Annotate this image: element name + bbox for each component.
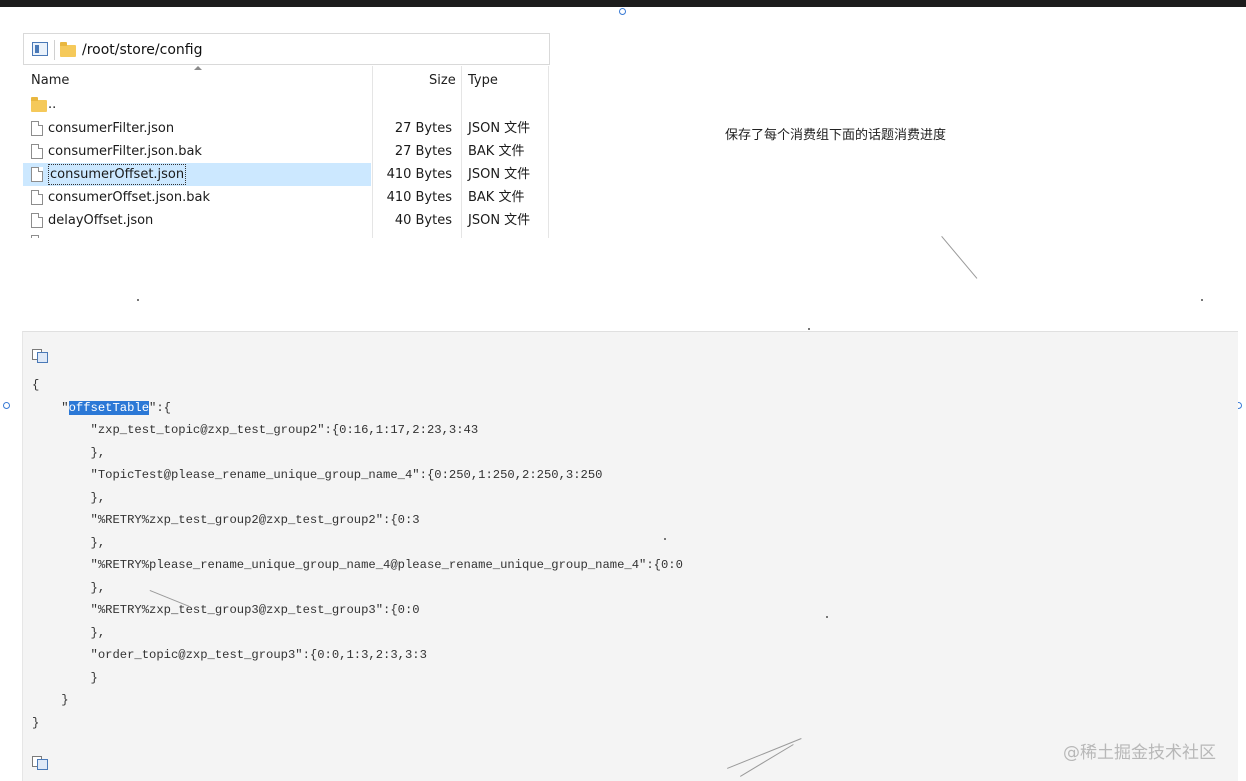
pen-stroke [941, 236, 978, 279]
file-row-parent[interactable]: .. [23, 93, 550, 116]
speck [137, 299, 139, 301]
sort-caret-icon [194, 66, 202, 70]
address-separator [54, 40, 55, 60]
file-type: BAK 文件 [468, 190, 525, 205]
column-header-type[interactable]: Type [468, 66, 498, 96]
column-header-name[interactable]: Name [31, 66, 69, 96]
file-type: JSON 文件 [468, 121, 531, 136]
code-line: "TopicTest@please_rename_unique_group_na… [32, 468, 603, 482]
file-icon [31, 144, 43, 159]
file-explorer: /root/store/config Name Size Type .. con… [23, 33, 551, 238]
file-icon [31, 235, 43, 238]
code-content: { "offsetTable":{ "zxp_test_topic@zxp_te… [32, 374, 683, 734]
file-row[interactable]: delayOffset.json 40 Bytes JSON 文件 [23, 209, 550, 232]
resize-handle-top[interactable] [619, 8, 626, 15]
file-icon [31, 190, 43, 205]
code-line: "%RETRY%zxp_test_group2@zxp_test_group2"… [32, 513, 420, 527]
code-line: "%RETRY%please_rename_unique_group_name_… [32, 558, 683, 572]
file-icon [31, 213, 43, 228]
file-row[interactable]: consumerOffset.json.bak 410 Bytes BAK 文件 [23, 186, 550, 209]
code-line: }, [32, 625, 106, 640]
file-type: JSON 文件 [468, 167, 531, 182]
file-size: 410 Bytes [386, 190, 452, 205]
annotation-text: 保存了每个消费组下面的话题消费进度 [725, 128, 947, 143]
folder-icon [60, 42, 76, 57]
file-size: 40 Bytes [394, 213, 452, 228]
code-line: }, [32, 580, 106, 595]
code-line-highlighted: "offsetTable":{ [32, 400, 171, 415]
file-row[interactable]: consumerFilter.json.bak 27 Bytes BAK 文件 [23, 140, 550, 163]
address-bar[interactable]: /root/store/config [23, 33, 550, 65]
file-size: 410 Bytes [386, 167, 452, 182]
file-name: .. [48, 97, 57, 112]
copy-page-front [37, 352, 48, 363]
address-path[interactable]: /root/store/config [82, 42, 202, 58]
code-line: } [32, 670, 98, 685]
view-pane-icon[interactable] [32, 42, 48, 56]
speck [664, 538, 666, 540]
file-icon [31, 167, 43, 182]
copy-page-front [37, 759, 48, 770]
copy-code-icon[interactable] [32, 349, 48, 363]
code-line: } [32, 715, 40, 730]
speck [826, 616, 828, 618]
code-line: "zxp_test_topic@zxp_test_group2":{0:16,1… [32, 423, 479, 437]
code-line: }, [32, 535, 106, 550]
speck [808, 328, 810, 330]
selected-word: offsetTable [68, 400, 150, 415]
code-line: { [32, 378, 40, 392]
code-line: }, [32, 490, 106, 505]
code-block: { "offsetTable":{ "zxp_test_topic@zxp_te… [22, 331, 1238, 781]
file-type: JSON 文件 [468, 213, 531, 228]
file-type: BAK 文件 [468, 144, 525, 159]
file-name: consumerFilter.json.bak [48, 144, 202, 159]
file-name: delayOffset.json [48, 213, 154, 228]
resize-handle-left[interactable] [3, 402, 10, 409]
file-icon [31, 121, 43, 136]
speck [1201, 299, 1203, 301]
watermark: @稀土掘金技术社区 [1063, 743, 1216, 763]
file-row[interactable]: consumerFilter.json 27 Bytes JSON 文件 [23, 117, 550, 140]
code-line: }, [32, 445, 106, 460]
code-line: "order_topic@zxp_test_group3":{0:0,1:3,2… [32, 648, 427, 662]
column-header-size[interactable]: Size [429, 66, 456, 96]
folder-icon [31, 97, 47, 112]
top-dark-bar [0, 0, 1246, 7]
file-row-cutoff [23, 235, 550, 238]
file-name: consumerOffset.json.bak [48, 190, 211, 205]
file-row-selected[interactable]: consumerOffset.json 410 Bytes JSON 文件 [23, 163, 550, 186]
file-size: 27 Bytes [394, 144, 452, 159]
code-line: "%RETRY%zxp_test_group3@zxp_test_group3"… [32, 603, 420, 617]
file-size: 27 Bytes [394, 121, 452, 136]
copy-code-icon[interactable] [32, 756, 48, 770]
file-name: consumerFilter.json [48, 121, 175, 136]
file-name: consumerOffset.json [48, 164, 187, 185]
code-line: } [32, 693, 69, 707]
